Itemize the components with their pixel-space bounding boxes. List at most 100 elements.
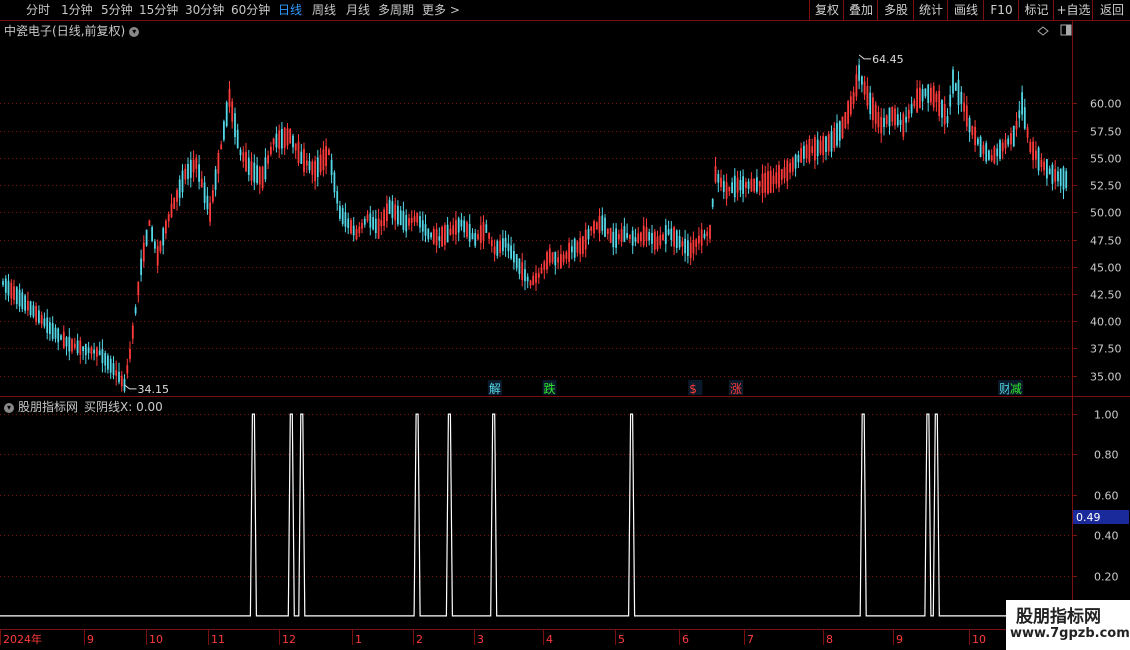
- candle-body: [852, 92, 855, 104]
- candle-body: [239, 149, 242, 156]
- candle-body: [322, 149, 325, 171]
- candle-body: [314, 160, 316, 182]
- event-tag: $: [689, 382, 697, 396]
- watermark-line2: www.7gpzb.com: [1010, 626, 1130, 641]
- candle-body: [927, 84, 930, 103]
- x-tick-label: 4: [546, 633, 553, 646]
- x-tick-label: 10: [149, 633, 163, 646]
- candle-body: [394, 204, 397, 221]
- candle-body: [73, 343, 76, 348]
- candle-body: [162, 228, 165, 246]
- candle-body: [753, 178, 756, 192]
- candle-body: [513, 251, 515, 263]
- candle-body: [446, 224, 449, 243]
- candle-body: [27, 300, 29, 311]
- candle-body: [651, 233, 653, 244]
- candle-body: [198, 164, 200, 182]
- candle-body: [212, 190, 214, 202]
- candle-body: [1037, 147, 1040, 171]
- candle-body: [328, 149, 330, 156]
- candle-body: [341, 207, 344, 224]
- candle-body: [916, 88, 918, 113]
- candle-body: [642, 225, 645, 245]
- event-tag: 解: [489, 382, 501, 396]
- candle-body: [767, 171, 769, 194]
- candle-body: [1004, 139, 1007, 149]
- candle-body: [1026, 127, 1029, 138]
- candle-body: [129, 348, 131, 359]
- candle-body: [510, 245, 512, 259]
- candle-body: [907, 109, 910, 119]
- candle-body: [297, 141, 300, 163]
- chart-canvas[interactable]: 35.00 37.50 40.00 42.50 45.00 47.50 50.00 52.50…: [0, 0, 1130, 650]
- candle-body: [173, 197, 176, 209]
- candle-body: [148, 220, 151, 226]
- event-tag: 涨: [730, 381, 742, 396]
- candle-body: [490, 240, 493, 247]
- diamond-icon[interactable]: [1037, 26, 1049, 36]
- candle-body: [399, 210, 402, 226]
- candle-body: [289, 128, 292, 144]
- candle-body: [775, 172, 778, 184]
- candle-body: [982, 145, 985, 155]
- candle-body: [695, 239, 698, 247]
- candle-body: [1021, 92, 1023, 115]
- candle-body: [659, 234, 662, 246]
- indicator-line: [0, 413, 1072, 617]
- candle-body: [358, 226, 361, 234]
- candle-body: [780, 169, 783, 180]
- candle-body: [294, 143, 297, 151]
- candle-body: [60, 335, 62, 340]
- y-tick-label: 60.00: [1090, 98, 1122, 111]
- candle-body: [808, 139, 811, 162]
- candle-body: [438, 236, 441, 241]
- candle-body: [195, 157, 198, 169]
- candle-body: [648, 232, 651, 241]
- candle-body: [363, 218, 366, 225]
- low-marker-arrow: [124, 384, 137, 390]
- candle-body: [460, 219, 463, 227]
- candle-body: [974, 126, 976, 146]
- candle-body: [598, 216, 601, 233]
- cursor-value-label: 0.49: [1076, 511, 1101, 524]
- x-tick-label: 2: [416, 633, 423, 646]
- candle-body: [584, 229, 587, 250]
- candle-body: [634, 237, 637, 242]
- candle-body: [468, 224, 471, 242]
- candle-body: [557, 257, 559, 263]
- candle-body: [137, 281, 140, 296]
- candle-body: [968, 118, 971, 133]
- candle-body: [546, 252, 548, 270]
- candle-body: [4, 278, 7, 293]
- candle-body: [515, 254, 518, 269]
- candle-body: [872, 97, 874, 121]
- candle-body: [333, 172, 336, 193]
- candle-body: [747, 181, 750, 189]
- candle-body: [883, 117, 885, 127]
- y-tick-label: 47.50: [1090, 235, 1122, 248]
- candle-body: [954, 83, 957, 91]
- candle-body: [731, 182, 733, 194]
- candle-body: [181, 170, 184, 193]
- candle-body: [126, 365, 129, 374]
- candle-body: [816, 139, 819, 156]
- candle-body: [43, 318, 46, 327]
- candle-body: [990, 155, 993, 161]
- candle-body: [1054, 169, 1057, 182]
- candle-body: [595, 222, 598, 230]
- high-marker-arrow: [858, 54, 872, 60]
- candle-body: [457, 218, 460, 233]
- candle-body: [109, 358, 112, 373]
- candle-body: [733, 175, 736, 198]
- candle-body: [971, 126, 974, 136]
- candle-body: [247, 157, 250, 175]
- candle-body: [499, 240, 501, 253]
- candle-body: [919, 87, 921, 109]
- candle-body: [421, 220, 424, 232]
- candle-body: [225, 102, 228, 127]
- candle-body: [803, 145, 805, 159]
- candle-body: [1015, 120, 1018, 130]
- candle-body: [1035, 150, 1037, 160]
- candle-body: [587, 228, 590, 240]
- candle-body: [90, 347, 93, 355]
